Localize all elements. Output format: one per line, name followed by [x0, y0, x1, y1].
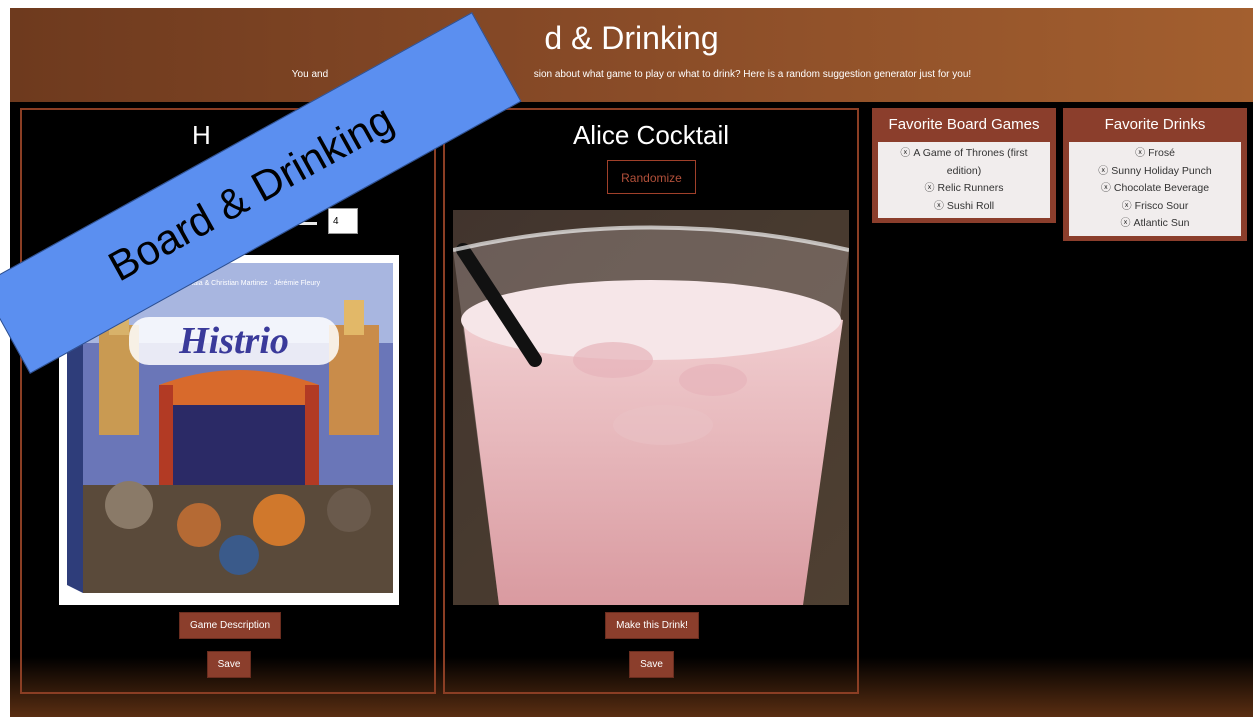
histrio-logo-text: Histrio	[178, 320, 289, 362]
list-item: ⓧ Frisco Sour	[1121, 199, 1189, 212]
page-title: d & Drinking	[544, 20, 719, 56]
remove-icon[interactable]: ⓧ	[1101, 183, 1111, 194]
page-subtitle: You and sion about what game to play or …	[291, 69, 972, 80]
drink-panel: Alice Cocktail Randomize Make this Drink…	[443, 108, 859, 694]
favorite-drinks-title: Favorite Drinks	[1104, 116, 1206, 133]
favorite-drinks-list: ⓧ Frosé ⓧ Sunny Holiday Punch ⓧ Chocolate B…	[1069, 142, 1241, 236]
favorite-board-games-title: Favorite Board Games	[888, 116, 1040, 133]
cocktail-image	[453, 210, 849, 605]
drink-title: Alice Cocktail	[572, 120, 730, 150]
list-item: ⓧ Chocolate Beverage	[1100, 182, 1210, 194]
remove-icon[interactable]: ⓧ	[1120, 218, 1130, 229]
list-item: ⓧ A Game of Thrones (first edition)	[900, 147, 1028, 177]
randomize-button[interactable]: Randomize	[607, 160, 696, 194]
favorite-board-games-card: Favorite Board Games ⓧ A Game of Thrones …	[872, 108, 1056, 223]
remove-icon[interactable]: ⓧ	[900, 148, 910, 159]
favorite-board-games-list: ⓧ A Game of Thrones (first edition) ⓧ Reli…	[878, 142, 1050, 218]
app-page: d & Drinking You and sion about what gam…	[10, 8, 1253, 717]
list-item: ⓧ Atlantic Sun	[1120, 217, 1190, 229]
make-drink-button[interactable]: Make this Drink!	[605, 612, 699, 639]
save-drink-button[interactable]: Save	[629, 651, 674, 678]
remove-icon[interactable]: ⓧ	[934, 201, 944, 212]
remove-icon[interactable]: ⓧ	[925, 183, 935, 194]
remove-icon[interactable]: ⓧ	[1122, 201, 1132, 212]
player-count-input[interactable]	[328, 208, 358, 234]
list-item: ⓧ Frosé	[1135, 147, 1175, 159]
game-description-button[interactable]: Game Description	[179, 612, 281, 639]
favorite-drinks-card: Favorite Drinks ⓧ Frosé ⓧ Sunny Holiday Pu…	[1063, 108, 1247, 241]
list-item: ⓧ Sunny Holiday Punch	[1098, 164, 1212, 177]
game-title: H	[192, 120, 211, 150]
site-header: d & Drinking You and sion about what gam…	[10, 8, 1253, 102]
drink-photo	[453, 210, 849, 605]
remove-icon[interactable]: ⓧ	[1135, 148, 1145, 159]
list-item: ⓧ Sushi Roll	[933, 199, 995, 212]
save-game-button[interactable]: Save	[207, 651, 251, 678]
list-item: ⓧ Relic Runners	[924, 182, 1004, 194]
remove-icon[interactable]: ⓧ	[1098, 166, 1108, 177]
